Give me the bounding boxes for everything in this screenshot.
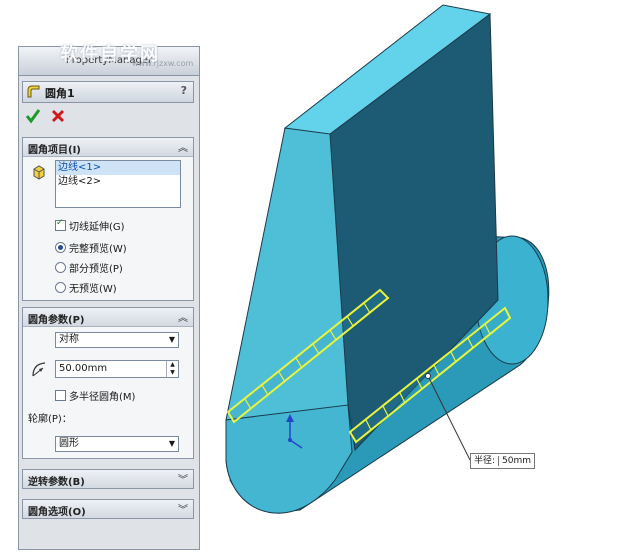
collapse-icon[interactable]: ︽ xyxy=(178,139,188,154)
expand-icon[interactable]: ︾ xyxy=(178,501,188,516)
fillet-options-group[interactable]: 圆角选项(O) ︾ xyxy=(22,499,194,519)
callout-label: 半径: xyxy=(474,456,496,466)
radius-input[interactable]: 50.00mm ▲ ▼ xyxy=(55,360,179,378)
tangent-propagation-option[interactable]: 切线延伸(G) xyxy=(55,218,125,233)
feature-title-bar: 圆角1 ? xyxy=(22,81,194,103)
edge-selection-list[interactable]: 边线<1> 边线<2> xyxy=(55,160,181,208)
preview-partial-option[interactable]: 部分预览(P) xyxy=(55,260,123,275)
reverse-params-header[interactable]: 逆转参数(B) ︾ xyxy=(23,470,193,488)
tangent-propagation-checkbox[interactable] xyxy=(55,218,66,231)
chevron-down-icon: ▼ xyxy=(168,335,175,344)
fillet-items-header[interactable]: 圆角项目(I) ︽ xyxy=(23,138,193,157)
feature-title: 圆角1 xyxy=(45,87,75,100)
property-manager-panel: PropertyManager 圆角1 ? 圆角项目(I) ︽ 边线<1> 边线… xyxy=(18,46,200,550)
preview-partial-label: 部分预览(P) xyxy=(69,264,123,275)
fillet-items-title: 圆角项目(I) xyxy=(28,145,81,156)
fillet-params-group: 圆角参数(P) ︽ 对称 ▼ 50.00mm ▲ ▼ 多半径圆角(M) 轮廓(P)… xyxy=(22,307,194,459)
fillet-feature-icon xyxy=(27,85,40,98)
edge-select-icon xyxy=(33,165,45,180)
profile-value: 圆形 xyxy=(59,438,79,449)
profile-label: 轮廓(P)： xyxy=(28,414,72,425)
fillet-items-group: 圆角项目(I) ︽ 边线<1> 边线<2> 切线延伸(G) 完整预览(W) 部分… xyxy=(22,137,194,301)
multi-radius-label: 多半径圆角(M) xyxy=(69,392,136,403)
chevron-down-icon: ▼ xyxy=(168,439,175,448)
cancel-button[interactable] xyxy=(49,107,67,125)
profile-dropdown[interactable]: 圆形 ▼ xyxy=(55,436,179,452)
multi-radius-option[interactable]: 多半径圆角(M) xyxy=(55,388,135,403)
radius-value[interactable]: 50.00mm xyxy=(59,363,107,374)
preview-none-radio[interactable] xyxy=(55,282,66,293)
collapse-icon[interactable]: ︽ xyxy=(178,309,188,324)
fillet-params-header[interactable]: 圆角参数(P) ︽ xyxy=(23,308,193,327)
tangent-propagation-label: 切线延伸(G) xyxy=(69,222,125,233)
fillet-params-title: 圆角参数(P) xyxy=(28,315,85,326)
preview-none-label: 无预览(W) xyxy=(69,284,117,295)
preview-full-option[interactable]: 完整预览(W) xyxy=(55,240,127,255)
edge-list-item-1[interactable]: 边线<1> xyxy=(56,161,180,175)
callout-anchor xyxy=(425,373,431,379)
watermark-url: www.rjzxw.com xyxy=(132,59,194,68)
preview-none-option[interactable]: 无预览(W) xyxy=(55,280,117,295)
expand-icon[interactable]: ︾ xyxy=(178,471,188,486)
preview-partial-radio[interactable] xyxy=(55,262,66,273)
multi-radius-checkbox[interactable] xyxy=(55,390,66,401)
fillet-method-value: 对称 xyxy=(59,334,79,345)
preview-full-label: 完整预览(W) xyxy=(69,244,127,255)
radius-callout[interactable]: 半径: 50mm xyxy=(470,453,536,469)
ok-button[interactable] xyxy=(24,107,42,125)
help-icon[interactable]: ? xyxy=(181,84,187,97)
radius-icon xyxy=(32,362,46,377)
fillet-method-dropdown[interactable]: 对称 ▼ xyxy=(55,332,179,348)
reverse-params-title: 逆转参数(B) xyxy=(28,477,85,488)
edge-list-item-2[interactable]: 边线<2> xyxy=(56,175,180,189)
fillet-options-title: 圆角选项(O) xyxy=(28,507,86,518)
fillet-options-header[interactable]: 圆角选项(O) ︾ xyxy=(23,500,193,518)
callout-value[interactable]: 50mm xyxy=(498,456,532,466)
radius-spinner[interactable]: ▲ ▼ xyxy=(166,361,178,377)
reverse-params-group[interactable]: 逆转参数(B) ︾ xyxy=(22,469,194,489)
preview-full-radio[interactable] xyxy=(55,242,66,253)
